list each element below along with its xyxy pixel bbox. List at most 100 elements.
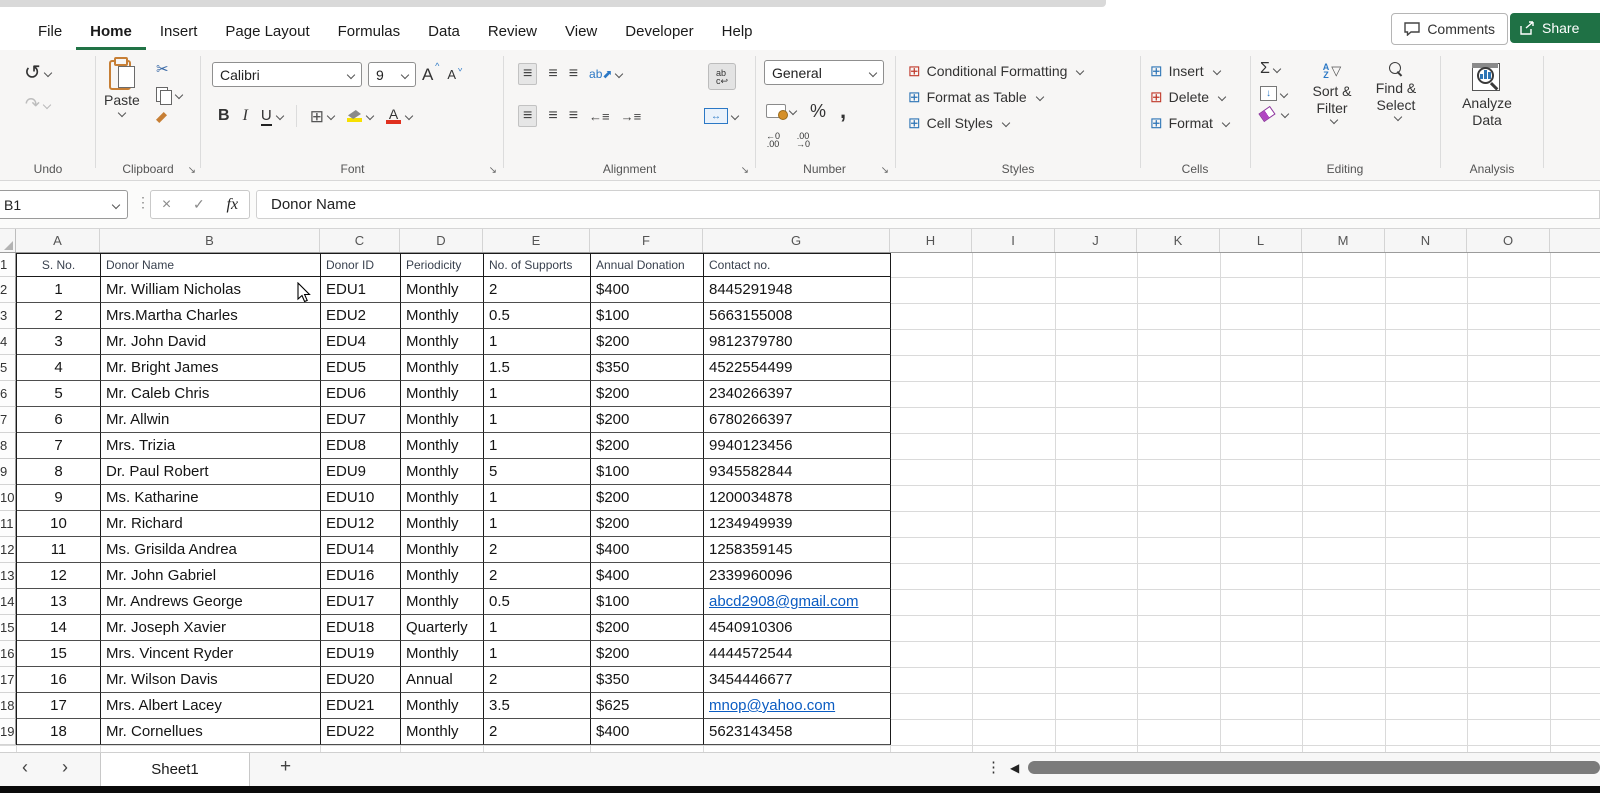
copy-button[interactable] — [156, 87, 184, 105]
tab-data[interactable]: Data — [414, 23, 474, 50]
cell-C18[interactable]: EDU21 — [321, 693, 401, 719]
cell-D5[interactable]: Monthly — [401, 355, 484, 381]
cell-G1[interactable]: Contact no. — [704, 254, 891, 277]
cell-D18[interactable]: Monthly — [401, 693, 484, 719]
cell-C5[interactable]: EDU5 — [321, 355, 401, 381]
cell-E2[interactable]: 2 — [484, 277, 591, 303]
number-format-select[interactable]: General — [764, 60, 884, 85]
tab-developer[interactable]: Developer — [611, 23, 707, 50]
row-header-1[interactable]: 1 — [0, 253, 16, 277]
name-box[interactable]: B1 — [0, 190, 128, 219]
column-header-D[interactable]: D — [400, 229, 483, 252]
cell-C10[interactable]: EDU10 — [321, 485, 401, 511]
column-header-A[interactable]: A — [16, 229, 100, 252]
cell-D6[interactable]: Monthly — [401, 381, 484, 407]
cell-F19[interactable]: $400 — [591, 719, 704, 745]
row-header-6[interactable]: 6 — [0, 381, 16, 407]
cell-D7[interactable]: Monthly — [401, 407, 484, 433]
font-size-select[interactable]: 9 — [368, 62, 416, 87]
cell-F5[interactable]: $350 — [591, 355, 704, 381]
increase-indent-button[interactable]: →≡ — [621, 110, 642, 123]
cell-F9[interactable]: $100 — [591, 459, 704, 485]
cell-G9[interactable]: 9345582844 — [704, 459, 891, 485]
cell-A19[interactable]: 18 — [17, 719, 101, 745]
row-header-11[interactable]: 11 — [0, 511, 16, 537]
cell-F7[interactable]: $200 — [591, 407, 704, 433]
cell-G3[interactable]: 5663155008 — [704, 303, 891, 329]
fill-color-button[interactable] — [346, 110, 362, 122]
cell-A18[interactable]: 17 — [17, 693, 101, 719]
cell-A5[interactable]: 4 — [17, 355, 101, 381]
sort-filter-button[interactable]: A Z ▽ Sort & Filter — [1306, 62, 1358, 125]
cell-F3[interactable]: $100 — [591, 303, 704, 329]
align-left-button[interactable]: ≡ — [518, 105, 538, 127]
conditional-formatting-button[interactable]: ⊞ Conditional Formatting — [908, 58, 1085, 84]
cell-E12[interactable]: 2 — [484, 537, 591, 563]
cell-C3[interactable]: EDU2 — [321, 303, 401, 329]
format-painter-button[interactable] — [156, 112, 167, 123]
cells-delete-button[interactable]: ⊞ Delete — [1150, 84, 1229, 110]
cell-G15[interactable]: 4540910306 — [704, 615, 891, 641]
cut-button[interactable]: ✂ — [156, 60, 169, 78]
row-header-18[interactable]: 18 — [0, 693, 16, 719]
middle-align-button[interactable]: ≡ — [548, 66, 557, 82]
cell-B3[interactable]: Mrs.Martha Charles — [101, 303, 321, 329]
email-link[interactable]: abcd2908@gmail.com — [709, 593, 858, 610]
cell-D17[interactable]: Annual — [401, 667, 484, 693]
cell-E17[interactable]: 2 — [484, 667, 591, 693]
increase-decimal-button[interactable]: ←0 .00 — [766, 132, 780, 149]
cell-G14[interactable]: abcd2908@gmail.com — [704, 589, 891, 615]
cell-G4[interactable]: 9812379780 — [704, 329, 891, 355]
cell-C14[interactable]: EDU17 — [321, 589, 401, 615]
cell-F2[interactable]: $400 — [591, 277, 704, 303]
analyze-data-button[interactable]: Analyze Data — [1456, 62, 1518, 129]
cell-G17[interactable]: 3454446677 — [704, 667, 891, 693]
cell-F14[interactable]: $100 — [591, 589, 704, 615]
cell-A1[interactable]: S. No. — [17, 254, 101, 277]
cell-D3[interactable]: Monthly — [401, 303, 484, 329]
next-sheet-button[interactable]: › — [62, 757, 68, 778]
cell-styles-button[interactable]: ⊞ Cell Styles — [908, 110, 1083, 136]
orientation-button[interactable]: ab⬈ — [589, 67, 624, 81]
cell-A17[interactable]: 16 — [17, 667, 101, 693]
cell-C9[interactable]: EDU9 — [321, 459, 401, 485]
number-dialog-launcher[interactable]: ↘ — [881, 165, 889, 176]
cell-F15[interactable]: $200 — [591, 615, 704, 641]
tab-insert[interactable]: Insert — [146, 23, 212, 50]
alignment-dialog-launcher[interactable]: ↘ — [741, 165, 749, 176]
paste-button[interactable]: Paste — [104, 57, 140, 118]
tab-home[interactable]: Home — [76, 23, 146, 50]
cell-A7[interactable]: 6 — [17, 407, 101, 433]
decrease-font-button[interactable]: A ^ — [447, 63, 462, 82]
prev-sheet-button[interactable]: ‹ — [22, 757, 28, 778]
cell-C17[interactable]: EDU20 — [321, 667, 401, 693]
cell-A14[interactable]: 13 — [17, 589, 101, 615]
bold-button[interactable]: B — [218, 107, 230, 125]
cell-B19[interactable]: Mr. Cornellues — [101, 719, 321, 745]
row-header-12[interactable]: 12 — [0, 537, 16, 563]
accounting-format-button[interactable] — [766, 104, 798, 120]
top-align-button[interactable]: ≡ — [518, 63, 538, 85]
cell-D8[interactable]: Monthly — [401, 433, 484, 459]
cell-D19[interactable]: Monthly — [401, 719, 484, 745]
column-header-L[interactable]: L — [1220, 229, 1302, 252]
row-header-15[interactable]: 15 — [0, 615, 16, 641]
new-sheet-button[interactable]: + — [280, 756, 291, 778]
comma-style-button[interactable]: , — [840, 98, 846, 124]
formula-input[interactable]: Donor Name — [256, 190, 1600, 219]
increase-font-button[interactable]: A ^ — [422, 61, 439, 85]
cell-C16[interactable]: EDU19 — [321, 641, 401, 667]
column-header-O[interactable]: O — [1467, 229, 1550, 252]
row-header-17[interactable]: 17 — [0, 667, 16, 693]
tab-review[interactable]: Review — [474, 23, 551, 50]
cell-D10[interactable]: Monthly — [401, 485, 484, 511]
tab-view[interactable]: View — [551, 23, 611, 50]
cell-D14[interactable]: Monthly — [401, 589, 484, 615]
cell-F1[interactable]: Annual Donation — [591, 254, 704, 277]
cell-F8[interactable]: $200 — [591, 433, 704, 459]
column-header-N[interactable]: N — [1385, 229, 1467, 252]
row-header-5[interactable]: 5 — [0, 355, 16, 381]
format-as-table-button[interactable]: ⊞ Format as Table — [908, 84, 1083, 110]
tab-page-layout[interactable]: Page Layout — [211, 23, 323, 50]
cell-G10[interactable]: 1200034878 — [704, 485, 891, 511]
